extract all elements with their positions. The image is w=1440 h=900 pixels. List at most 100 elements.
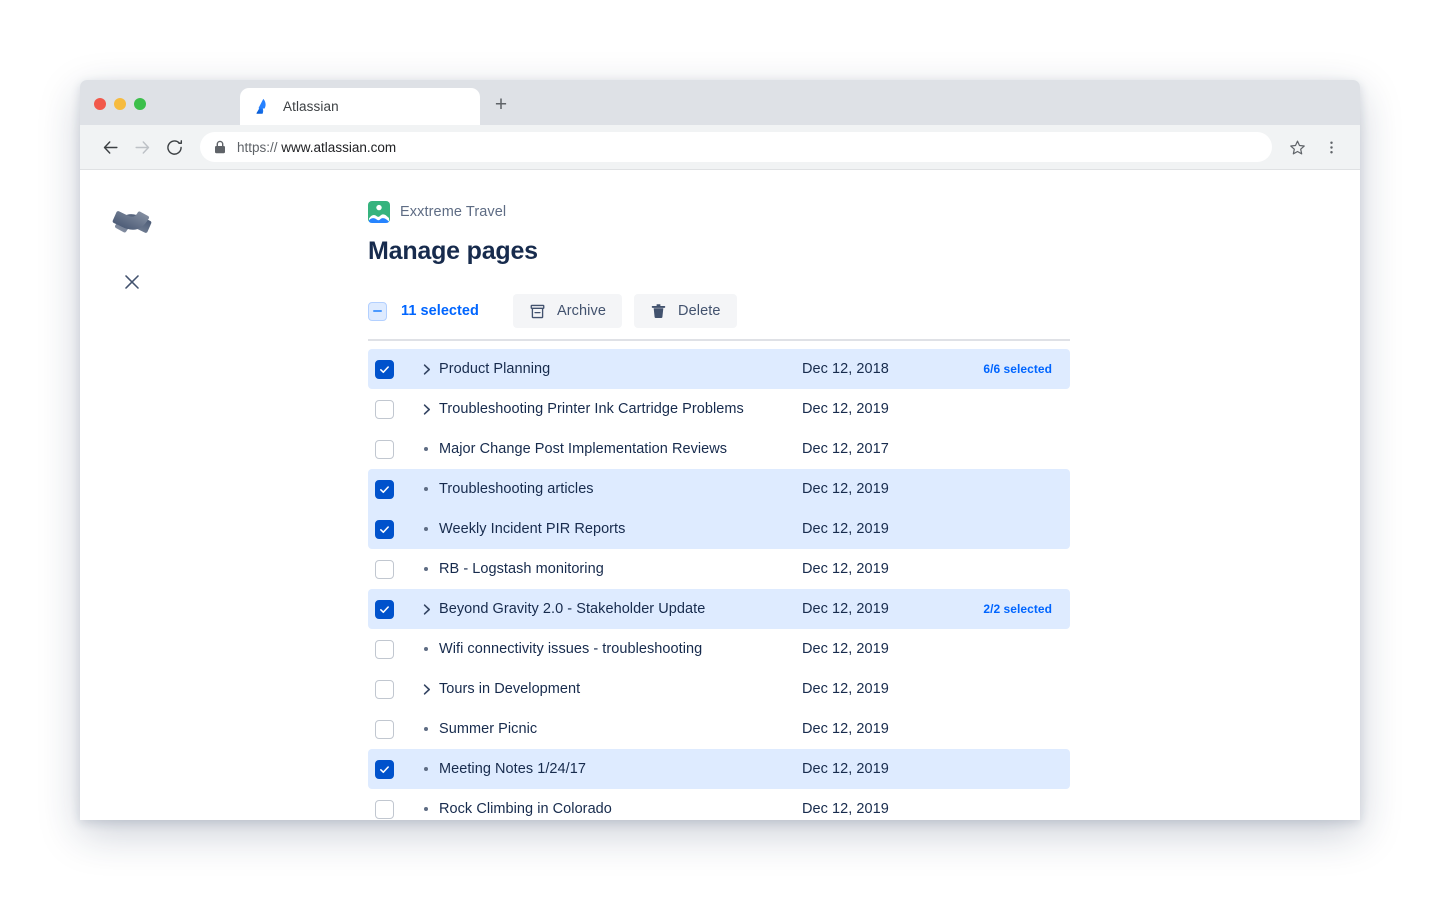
row-date: Dec 12, 2019 bbox=[802, 681, 889, 697]
table-row[interactable]: Beyond Gravity 2.0 - Stakeholder Update D… bbox=[368, 589, 1070, 629]
row-date: Dec 12, 2019 bbox=[802, 561, 889, 577]
maximize-window-button[interactable] bbox=[134, 98, 146, 110]
breadcrumb[interactable]: Exxtreme Travel bbox=[368, 200, 1088, 224]
browser-toolbar: https:// www.atlassian.com bbox=[80, 125, 1360, 170]
row-title[interactable]: Product Planning bbox=[439, 361, 550, 377]
lock-icon bbox=[214, 140, 226, 154]
bookmark-button[interactable] bbox=[1282, 132, 1312, 162]
row-expand-toggle[interactable] bbox=[413, 363, 439, 376]
close-window-button[interactable] bbox=[94, 98, 106, 110]
row-checkbox[interactable] bbox=[375, 680, 394, 699]
close-x-icon[interactable] bbox=[118, 268, 146, 296]
new-tab-button[interactable]: + bbox=[488, 91, 514, 117]
table-row[interactable]: Summer PicnicDec 12, 2019 bbox=[368, 709, 1070, 749]
minimize-window-button[interactable] bbox=[114, 98, 126, 110]
row-bullet bbox=[413, 767, 439, 771]
row-expand-toggle[interactable] bbox=[413, 403, 439, 416]
table-row[interactable]: Meeting Notes 1/24/17 Dec 12, 2019 bbox=[368, 749, 1070, 789]
checkmark-icon bbox=[379, 604, 390, 615]
bullet-icon bbox=[424, 567, 428, 571]
row-checkbox[interactable] bbox=[375, 360, 394, 379]
bullet-icon bbox=[424, 527, 428, 531]
space-avatar-glyph bbox=[368, 201, 390, 223]
table-row[interactable]: Major Change Post Implementation Reviews… bbox=[368, 429, 1070, 469]
bullet-icon bbox=[424, 447, 428, 451]
row-bullet bbox=[413, 487, 439, 491]
row-date: Dec 12, 2019 bbox=[802, 641, 889, 657]
bullet-icon bbox=[424, 807, 428, 811]
row-child-selected-count: 6/6 selected bbox=[983, 362, 1052, 376]
bullet-icon bbox=[424, 767, 428, 771]
table-row[interactable]: Product PlanningDec 12, 20186/6 selected bbox=[368, 349, 1070, 389]
window-traffic-lights bbox=[94, 98, 146, 110]
row-date: Dec 12, 2019 bbox=[802, 401, 889, 417]
row-checkbox[interactable] bbox=[375, 400, 394, 419]
row-title[interactable]: Troubleshooting Printer Ink Cartridge Pr… bbox=[439, 401, 744, 417]
row-expand-toggle[interactable] bbox=[413, 683, 439, 696]
table-row[interactable]: Wifi connectivity issues - troubleshooti… bbox=[368, 629, 1070, 669]
select-all-checkbox[interactable] bbox=[368, 302, 387, 321]
browser-menu-button[interactable] bbox=[1316, 132, 1346, 162]
main-content: Exxtreme Travel Manage pages 11 selected… bbox=[368, 170, 1088, 819]
reload-button[interactable] bbox=[158, 131, 190, 163]
forward-button[interactable] bbox=[126, 131, 158, 163]
confluence-logo-icon[interactable] bbox=[112, 202, 152, 242]
row-checkbox[interactable] bbox=[375, 600, 394, 619]
address-bar[interactable]: https:// www.atlassian.com bbox=[200, 132, 1272, 162]
bullet-icon bbox=[424, 647, 428, 651]
table-row[interactable]: Troubleshooting Printer Ink Cartridge Pr… bbox=[368, 389, 1070, 429]
toolbar-divider bbox=[368, 339, 1070, 341]
browser-tab-title: Atlassian bbox=[283, 99, 339, 114]
row-title[interactable]: Wifi connectivity issues - troubleshooti… bbox=[439, 641, 702, 657]
row-bullet bbox=[413, 447, 439, 451]
row-title[interactable]: Tours in Development bbox=[439, 681, 580, 697]
browser-tab[interactable]: Atlassian bbox=[240, 88, 480, 125]
row-title[interactable]: Rock Climbing in Colorado bbox=[439, 801, 612, 817]
row-bullet bbox=[413, 647, 439, 651]
row-checkbox[interactable] bbox=[375, 440, 394, 459]
address-bar-url: https:// www.atlassian.com bbox=[237, 140, 396, 155]
row-title[interactable]: Troubleshooting articles bbox=[439, 481, 594, 497]
row-bullet bbox=[413, 807, 439, 811]
bullet-icon bbox=[424, 727, 428, 731]
row-checkbox[interactable] bbox=[375, 480, 394, 499]
table-row[interactable]: RB - Logstash monitoring Dec 12, 2019 bbox=[368, 549, 1070, 589]
table-row[interactable]: Rock Climbing in Colorado Dec 12, 2019 bbox=[368, 789, 1070, 819]
row-checkbox[interactable] bbox=[375, 520, 394, 539]
row-title[interactable]: Meeting Notes 1/24/17 bbox=[439, 761, 586, 777]
row-checkbox[interactable] bbox=[375, 640, 394, 659]
table-row[interactable]: Troubleshooting articlesDec 12, 2019 bbox=[368, 469, 1070, 509]
row-title[interactable]: Beyond Gravity 2.0 - Stakeholder Update bbox=[439, 601, 705, 617]
row-date: Dec 12, 2019 bbox=[802, 801, 889, 817]
chevron-right-icon bbox=[420, 363, 433, 376]
table-row[interactable]: Weekly Incident PIR Reports Dec 12, 2019 bbox=[368, 509, 1070, 549]
row-title[interactable]: RB - Logstash monitoring bbox=[439, 561, 604, 577]
row-checkbox[interactable] bbox=[375, 800, 394, 819]
atlassian-logo-icon bbox=[256, 99, 271, 114]
archive-button[interactable]: Archive bbox=[513, 294, 622, 328]
back-button[interactable] bbox=[94, 131, 126, 163]
row-date: Dec 12, 2019 bbox=[802, 761, 889, 777]
row-date: Dec 12, 2019 bbox=[802, 521, 889, 537]
three-dots-vertical-icon bbox=[1323, 139, 1340, 156]
space-name: Exxtreme Travel bbox=[400, 204, 506, 220]
row-date: Dec 12, 2017 bbox=[802, 441, 889, 457]
row-checkbox[interactable] bbox=[375, 720, 394, 739]
chevron-right-icon bbox=[420, 683, 433, 696]
browser-tab-strip: Atlassian + bbox=[80, 80, 1360, 125]
arrow-left-icon bbox=[101, 138, 120, 157]
row-title[interactable]: Weekly Incident PIR Reports bbox=[439, 521, 625, 537]
row-title[interactable]: Summer Picnic bbox=[439, 721, 537, 737]
row-checkbox[interactable] bbox=[375, 760, 394, 779]
delete-button[interactable]: Delete bbox=[634, 294, 737, 328]
row-checkbox[interactable] bbox=[375, 560, 394, 579]
space-landscape-avatar-icon bbox=[368, 201, 390, 223]
row-title[interactable]: Major Change Post Implementation Reviews bbox=[439, 441, 727, 457]
row-expand-toggle[interactable] bbox=[413, 603, 439, 616]
checkmark-icon bbox=[379, 764, 390, 775]
trash-icon bbox=[650, 303, 667, 320]
row-date: Dec 12, 2019 bbox=[802, 601, 889, 617]
table-row[interactable]: Tours in Development Dec 12, 2019 bbox=[368, 669, 1070, 709]
bulk-action-toolbar: 11 selected Archive Delete bbox=[368, 291, 1088, 331]
browser-window: Atlassian + https:// www.atlassian.co bbox=[80, 80, 1360, 820]
